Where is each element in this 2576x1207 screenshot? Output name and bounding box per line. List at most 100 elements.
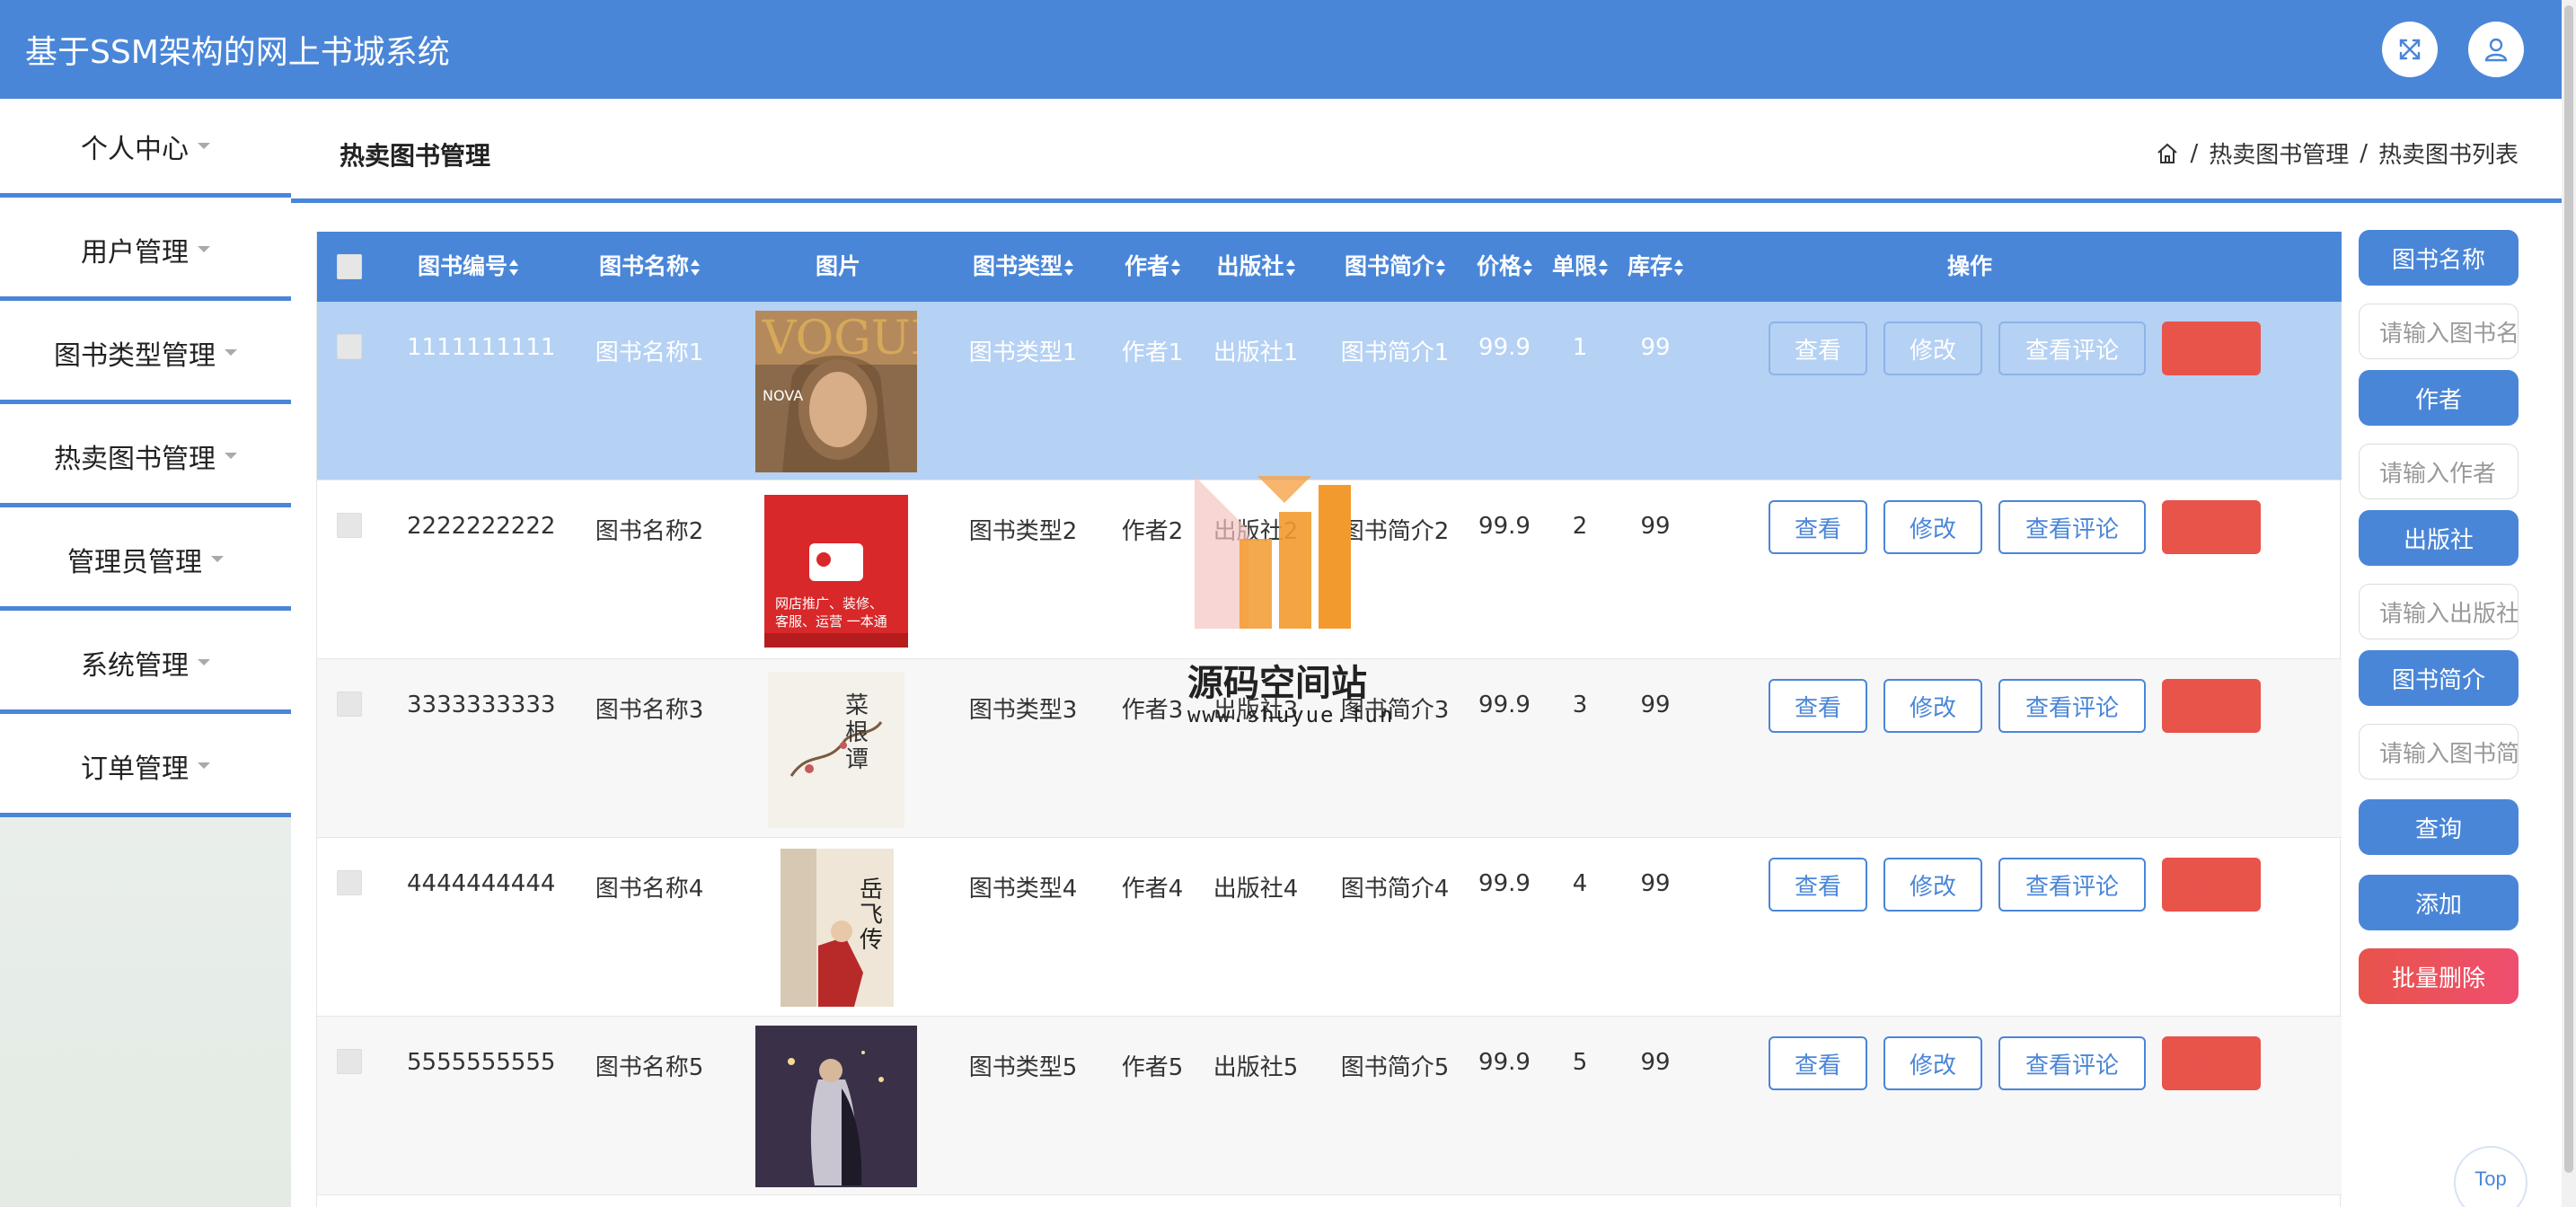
svg-text:根: 根: [845, 719, 869, 746]
cell-type: 图书类型2: [968, 518, 1078, 545]
vertical-scrollbar[interactable]: [2562, 0, 2576, 1207]
view-button[interactable]: 查看: [1769, 858, 1867, 912]
column-header[interactable]: 库存: [1619, 232, 1691, 302]
row-checkbox[interactable]: [337, 692, 362, 717]
view-button[interactable]: 查看: [1769, 500, 1867, 554]
app-title: 基于SSM架构的网上书城系统: [25, 34, 450, 71]
column-header[interactable]: 作者: [1116, 232, 1188, 302]
edit-button[interactable]: 修改: [1883, 1036, 1982, 1090]
cell-intro: 图书简介5: [1340, 1054, 1450, 1081]
cell-id: 2222222222: [407, 513, 556, 540]
view-button[interactable]: 查看: [1769, 1036, 1867, 1090]
view-comments-button[interactable]: 查看评论: [1998, 858, 2146, 912]
cell-id: 5555555555: [407, 1049, 556, 1076]
edit-button[interactable]: 修改: [1883, 679, 1982, 733]
top-bar: 基于SSM架构的网上书城系统: [0, 0, 2576, 99]
sidebar-item-personal-center[interactable]: 个人中心: [0, 99, 291, 198]
publisher-input[interactable]: 请输入出版社: [2359, 584, 2519, 639]
fullscreen-icon[interactable]: [2382, 22, 2438, 77]
column-header[interactable]: 图书简介: [1332, 232, 1458, 302]
view-comments-button[interactable]: 查看评论: [1998, 1036, 2146, 1090]
column-header[interactable]: 出版社: [1206, 232, 1305, 302]
cell-type: 图书类型4: [968, 876, 1078, 903]
book-name-input[interactable]: 请输入图书名称: [2359, 304, 2519, 359]
row-checkbox[interactable]: [337, 870, 362, 895]
scroll-top-button[interactable]: Top: [2454, 1146, 2527, 1207]
cell-price: 99.9: [1478, 513, 1531, 540]
sidebar-item-order-management[interactable]: 订单管理: [0, 718, 291, 817]
user-icon[interactable]: [2468, 22, 2524, 77]
author-input[interactable]: 请输入作者: [2359, 444, 2519, 499]
sidebar-item-user-management[interactable]: 用户管理: [0, 202, 291, 301]
delete-button[interactable]: 删除: [2162, 858, 2261, 912]
edit-button[interactable]: 修改: [1883, 858, 1982, 912]
sort-icon[interactable]: [1523, 260, 1532, 276]
search-button[interactable]: 查询: [2359, 799, 2519, 855]
view-button[interactable]: 查看: [1769, 322, 1867, 375]
sort-icon[interactable]: [1064, 260, 1073, 276]
edit-button[interactable]: 修改: [1883, 322, 1982, 375]
column-header[interactable]: 图书名称: [588, 232, 710, 302]
view-comments-button[interactable]: 查看评论: [1998, 322, 2146, 375]
sidebar-item-book-type-management[interactable]: 图书类型管理: [0, 305, 291, 404]
book-cover-image[interactable]: 菜 根 谭: [755, 668, 917, 830]
column-header[interactable]: 图书类型: [962, 232, 1084, 302]
cell-type: 图书类型3: [968, 697, 1078, 724]
cell-publisher: 出版社4: [1213, 876, 1299, 903]
view-comments-button[interactable]: 查看评论: [1998, 679, 2146, 733]
select-all-checkbox[interactable]: [337, 254, 362, 279]
cell-intro: 图书简介4: [1340, 876, 1450, 903]
sort-icon[interactable]: [1436, 260, 1445, 276]
book-cover-image[interactable]: [755, 1026, 917, 1187]
sort-icon[interactable]: [1674, 260, 1683, 276]
book-intro-input[interactable]: 请输入图书简介: [2359, 724, 2519, 780]
svg-text:飞: 飞: [860, 902, 883, 929]
edit-button[interactable]: 修改: [1883, 500, 1982, 554]
sidebar-item-label: 热卖图书管理: [54, 443, 216, 475]
cell-name: 图书名称1: [595, 339, 704, 366]
home-icon[interactable]: [2156, 142, 2179, 165]
cell-limit: 4: [1572, 870, 1588, 897]
delete-button[interactable]: 删除: [2162, 679, 2261, 733]
row-checkbox[interactable]: [337, 334, 362, 359]
table-row[interactable]: 5555555555 图书名称5 图书类型5 作者5 出版社5 图书简介5 99…: [317, 1017, 2342, 1195]
table-row[interactable]: 4444444444 图书名称4 岳 飞 传 图书类型4 作者4 出版社4 图书…: [317, 838, 2342, 1017]
sort-icon[interactable]: [1599, 260, 1608, 276]
cell-id: 4444444444: [407, 870, 556, 897]
book-cover-image[interactable]: 岳 飞 传: [755, 847, 917, 1009]
batch-delete-button[interactable]: 批量删除: [2359, 948, 2519, 1004]
book-cover-image[interactable]: VOGUE NOVA: [755, 311, 917, 472]
cell-limit: 5: [1572, 1049, 1588, 1076]
cell-author: 作者5: [1121, 1054, 1184, 1081]
column-header[interactable]: 单限: [1544, 232, 1616, 302]
delete-button[interactable]: 删除: [2162, 1036, 2261, 1090]
table-row[interactable]: 1111111111 图书名称1 VOGUE NOVA 图书类型1 作者1 出版…: [317, 302, 2342, 480]
sort-icon[interactable]: [509, 260, 518, 276]
cell-name: 图书名称3: [595, 697, 704, 724]
sidebar-item-admin-management[interactable]: 管理员管理: [0, 512, 291, 611]
row-checkbox[interactable]: [337, 513, 362, 538]
sidebar-item-system-management[interactable]: 系统管理: [0, 615, 291, 714]
delete-button[interactable]: 删除: [2162, 500, 2261, 554]
scrollbar-thumb[interactable]: [2564, 5, 2573, 1173]
sidebar-item-hot-books-management[interactable]: 热卖图书管理: [0, 409, 291, 507]
book-cover-image[interactable]: 网店推广、装修、 客服、运营 一本通: [755, 489, 917, 651]
cell-author: 作者3: [1121, 697, 1184, 724]
column-header[interactable]: 价格: [1469, 232, 1540, 302]
add-button[interactable]: 添加: [2359, 875, 2519, 930]
column-header[interactable]: 图书编号: [407, 232, 529, 302]
watermark-url: www.shuyue.fun: [1187, 702, 1395, 727]
sort-icon[interactable]: [691, 260, 700, 276]
sort-icon[interactable]: [1171, 260, 1180, 276]
sort-icon[interactable]: [1285, 260, 1295, 276]
delete-button[interactable]: 删除: [2162, 322, 2261, 375]
breadcrumb-item[interactable]: 热卖图书管理: [2209, 137, 2349, 170]
cell-limit: 3: [1572, 692, 1588, 718]
svg-text:传: 传: [860, 927, 883, 954]
caret-down-icon: [225, 349, 237, 356]
cell-id: 3333333333: [407, 692, 556, 718]
cell-publisher: 出版社5: [1213, 1054, 1299, 1081]
view-comments-button[interactable]: 查看评论: [1998, 500, 2146, 554]
row-checkbox[interactable]: [337, 1049, 362, 1074]
view-button[interactable]: 查看: [1769, 679, 1867, 733]
